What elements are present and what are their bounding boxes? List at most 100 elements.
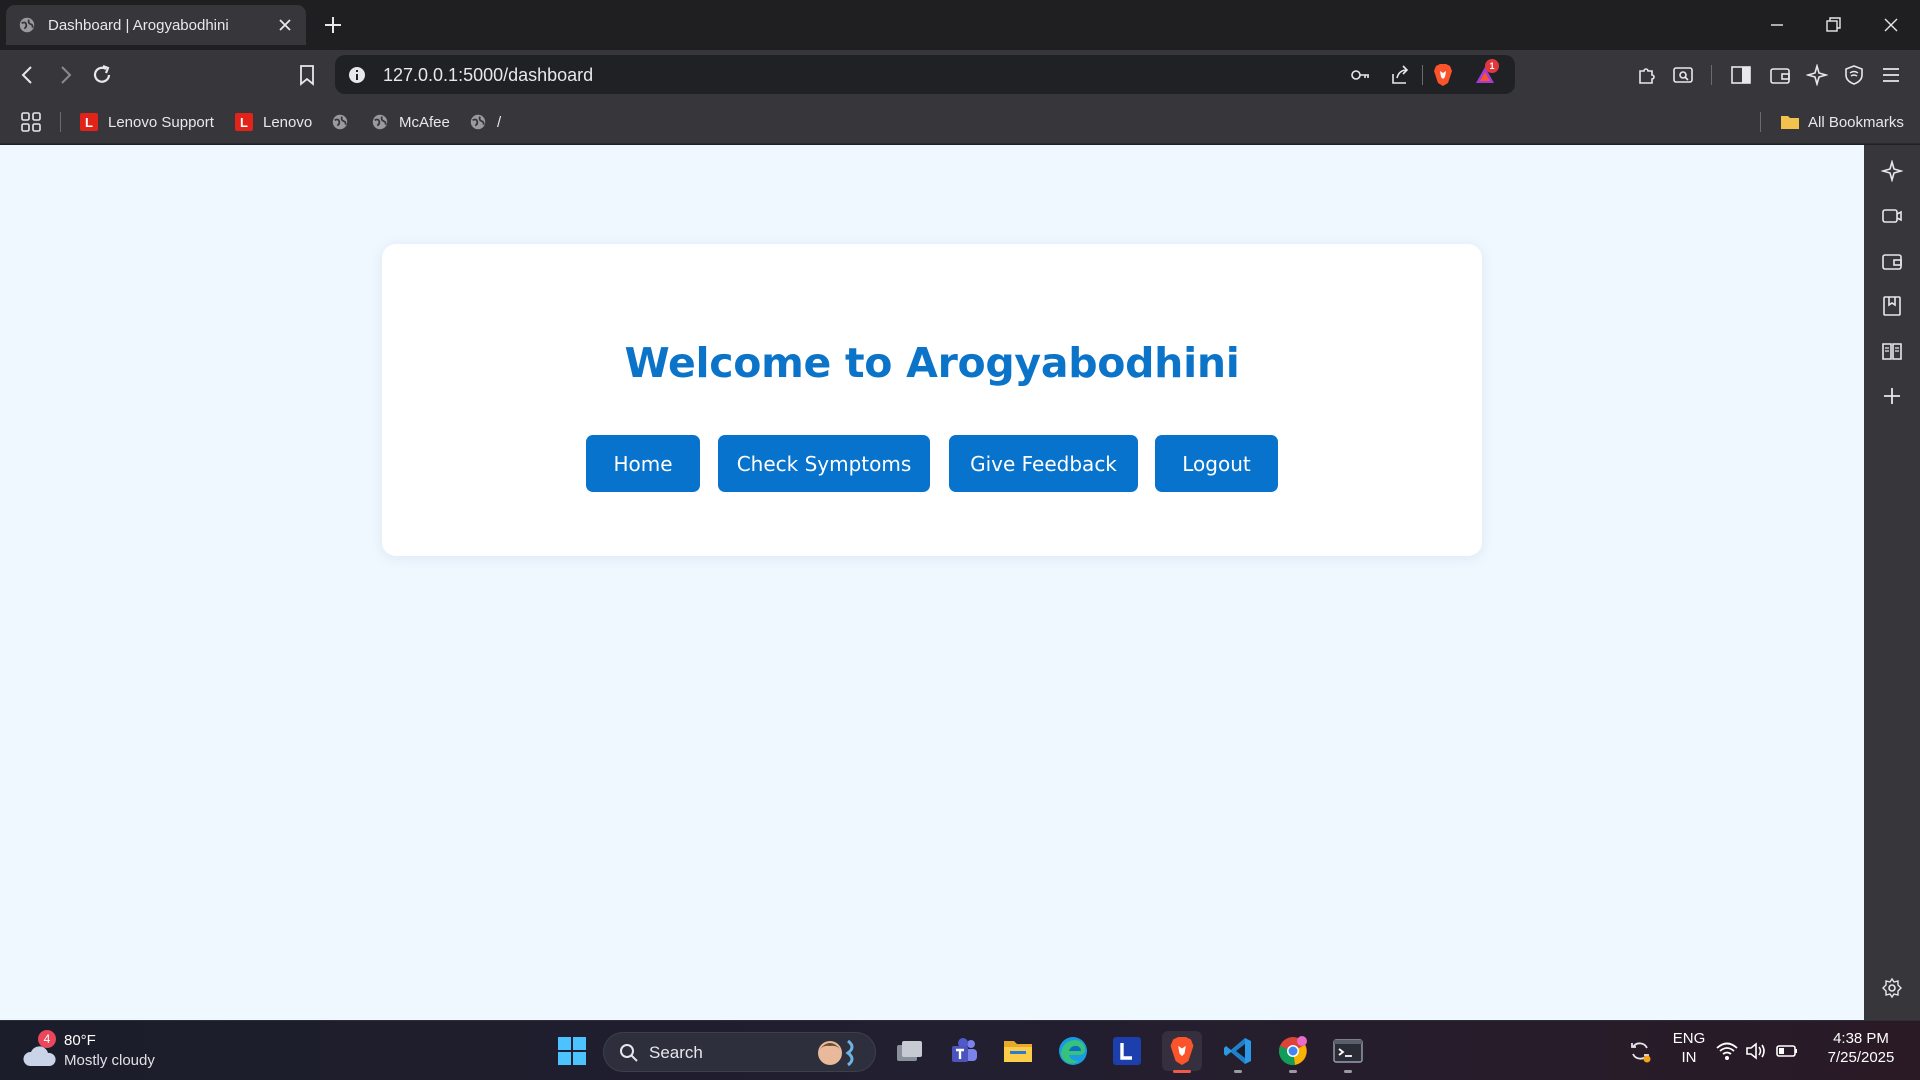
bookmarks-icon bbox=[1883, 296, 1901, 316]
sparkle-icon bbox=[1806, 64, 1828, 86]
password-key-icon[interactable] bbox=[1348, 63, 1372, 87]
give-feedback-button[interactable]: Give Feedback bbox=[949, 435, 1138, 492]
sparkle-icon bbox=[1881, 160, 1903, 182]
teams-icon bbox=[952, 1038, 977, 1062]
back-button[interactable] bbox=[15, 62, 41, 88]
clock-time: 4:38 PM bbox=[1833, 1030, 1889, 1047]
running-indicator bbox=[1289, 1070, 1297, 1073]
lenovo-logo-icon: L bbox=[80, 113, 98, 131]
check-symptoms-button[interactable]: Check Symptoms bbox=[718, 435, 930, 492]
apps-button[interactable] bbox=[20, 110, 42, 134]
teams-app[interactable] bbox=[944, 1031, 984, 1071]
reload-icon bbox=[93, 64, 111, 83]
brave-shields-icon[interactable] bbox=[1431, 63, 1455, 87]
puzzle-icon bbox=[1639, 68, 1655, 84]
running-indicator bbox=[1344, 1070, 1352, 1073]
sidebar-settings-button[interactable] bbox=[1880, 976, 1904, 1000]
bookmark-mcafee[interactable]: McAfee bbox=[371, 110, 450, 134]
globe-icon bbox=[372, 114, 388, 130]
taskbar-search[interactable]: Search bbox=[603, 1032, 876, 1072]
bookmark-page-button[interactable] bbox=[294, 62, 320, 88]
running-indicator bbox=[1234, 1070, 1242, 1073]
leo-ai-button[interactable] bbox=[1804, 62, 1830, 88]
folder-icon bbox=[1781, 116, 1799, 129]
search-icon bbox=[620, 1044, 638, 1062]
bookmark-lenovo[interactable]: L Lenovo bbox=[235, 110, 312, 134]
url-text[interactable]: 127.0.0.1:5000/dashboard bbox=[383, 65, 593, 86]
bookmarks-sidebar-button[interactable] bbox=[1880, 294, 1904, 318]
site-info-icon[interactable] bbox=[345, 63, 369, 87]
bookmarks-divider bbox=[60, 112, 61, 132]
browser-tab-active[interactable]: Dashboard | Arogyabodhini bbox=[6, 5, 306, 45]
terminal-app[interactable] bbox=[1328, 1031, 1368, 1073]
vpn-button[interactable] bbox=[1841, 62, 1867, 88]
all-bookmarks-button[interactable]: All Bookmarks bbox=[1780, 110, 1904, 134]
toolbar-divider bbox=[1711, 65, 1712, 85]
extensions-button[interactable] bbox=[1634, 62, 1660, 88]
close-window-icon[interactable] bbox=[1878, 12, 1904, 38]
talk-sidebar-button[interactable] bbox=[1880, 204, 1904, 228]
edge-app[interactable] bbox=[1053, 1031, 1093, 1071]
bookmark-icon bbox=[300, 65, 314, 86]
wallet-sidebar-button[interactable] bbox=[1880, 249, 1904, 273]
bookmark-globe[interactable] bbox=[331, 110, 359, 134]
forward-arrow-icon bbox=[61, 66, 72, 84]
language-code: ENG bbox=[1672, 1030, 1706, 1047]
share-icon[interactable] bbox=[1388, 63, 1412, 87]
sidebar-icon bbox=[1731, 66, 1751, 84]
wallet-button[interactable] bbox=[1767, 62, 1793, 88]
quick-settings-tray[interactable] bbox=[1712, 1031, 1802, 1071]
globe-icon bbox=[19, 17, 35, 33]
start-button[interactable] bbox=[552, 1031, 592, 1071]
edge-icon bbox=[1059, 1037, 1087, 1065]
cloud-icon bbox=[23, 1046, 56, 1066]
home-button[interactable]: Home bbox=[586, 435, 700, 492]
new-tab-icon[interactable] bbox=[322, 14, 344, 36]
sync-tray-icon[interactable] bbox=[1620, 1031, 1660, 1071]
reload-button[interactable] bbox=[89, 62, 115, 88]
forward-button[interactable] bbox=[52, 62, 78, 88]
gear-icon bbox=[1882, 977, 1902, 999]
restore-icon[interactable] bbox=[1820, 12, 1846, 38]
bookmark-label: Lenovo bbox=[263, 113, 313, 131]
omnibox-divider bbox=[1422, 65, 1423, 85]
sidebar-toggle-button[interactable] bbox=[1728, 62, 1754, 88]
leo-sidebar-button[interactable] bbox=[1880, 159, 1904, 183]
reading-list-sidebar-button[interactable] bbox=[1880, 339, 1904, 363]
chrome-app[interactable] bbox=[1273, 1031, 1313, 1073]
bookmark-label: / bbox=[497, 113, 502, 131]
bookmark-slash[interactable]: / bbox=[469, 110, 501, 134]
apps-grid-icon bbox=[21, 112, 41, 132]
video-call-icon bbox=[1882, 209, 1902, 223]
lenovo-app[interactable] bbox=[1107, 1031, 1147, 1071]
bookmark-label: McAfee bbox=[399, 113, 450, 131]
folder-icon bbox=[1004, 1041, 1032, 1062]
close-tab-icon[interactable] bbox=[276, 16, 294, 34]
brave-app[interactable] bbox=[1162, 1031, 1202, 1073]
add-sidebar-item-button[interactable] bbox=[1880, 384, 1904, 408]
hamburger-menu-icon bbox=[1883, 68, 1899, 82]
task-view-button[interactable] bbox=[889, 1031, 929, 1071]
language-indicator[interactable]: ENG IN bbox=[1665, 1030, 1713, 1066]
brave-rewards-icon[interactable]: 1 bbox=[1473, 59, 1499, 87]
back-arrow-icon bbox=[21, 66, 32, 84]
browser-tab-bar: Dashboard | Arogyabodhini bbox=[0, 0, 1920, 50]
rewards-badge: 1 bbox=[1485, 59, 1499, 73]
windows-taskbar: 4 80°F Mostly cloudy Search ENG IN 4:38 … bbox=[0, 1020, 1920, 1080]
page-content: Welcome to Arogyabodhini Home Check Symp… bbox=[0, 145, 1864, 1020]
search-label: Search bbox=[649, 1043, 703, 1062]
volume-icon bbox=[1746, 1042, 1765, 1060]
clock[interactable]: 4:38 PM 7/25/2025 bbox=[1818, 1030, 1904, 1066]
weather-widget[interactable]: 4 80°F Mostly cloudy bbox=[20, 1030, 180, 1074]
weather-condition: Mostly cloudy bbox=[64, 1052, 155, 1069]
page-search-button[interactable] bbox=[1670, 62, 1696, 88]
bookmark-lenovo-support[interactable]: L Lenovo Support bbox=[80, 110, 214, 134]
minimize-icon[interactable] bbox=[1764, 12, 1790, 38]
file-explorer-app[interactable] bbox=[998, 1031, 1038, 1071]
logout-button[interactable]: Logout bbox=[1155, 435, 1278, 492]
menu-button[interactable] bbox=[1878, 62, 1904, 88]
sync-icon bbox=[1631, 1042, 1651, 1063]
vscode-app[interactable] bbox=[1218, 1031, 1258, 1073]
clock-date: 7/25/2025 bbox=[1827, 1049, 1895, 1066]
address-bar[interactable]: 127.0.0.1:5000/dashboard 1 bbox=[335, 55, 1515, 94]
